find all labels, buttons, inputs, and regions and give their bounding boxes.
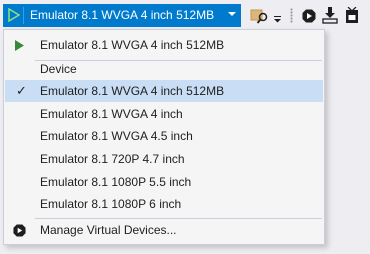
device-item-wvga-4-512mb[interactable]: ✓ Emulator 8.1 WVGA 4 inch 512MB xyxy=(5,80,323,102)
device-item-wvga-4-5[interactable]: Emulator 8.1 WVGA 4.5 inch xyxy=(5,125,323,147)
overflow-menu-icon[interactable] xyxy=(273,10,283,24)
toolbar-grip[interactable] xyxy=(290,8,293,23)
device-group-header: Device xyxy=(5,58,323,80)
play-icon xyxy=(8,8,20,22)
device-icon[interactable] xyxy=(343,7,361,24)
device-label: Emulator 8.1 1080P 6 inch xyxy=(40,197,182,211)
record-icon xyxy=(13,224,26,237)
device-item-1080p-6[interactable]: Emulator 8.1 1080P 6 inch xyxy=(5,193,323,215)
device-label: Emulator 8.1 720P 4.7 inch xyxy=(40,152,185,166)
start-debugging-button[interactable]: Emulator 8.1 WVGA 4 inch 512MB xyxy=(3,4,241,27)
device-label: Emulator 8.1 WVGA 4 inch xyxy=(40,107,183,121)
manage-virtual-devices-label: Manage Virtual Devices... xyxy=(40,223,177,237)
device-label: Emulator 8.1 1080P 5.5 inch xyxy=(40,175,192,189)
manage-virtual-devices-item[interactable]: Manage Virtual Devices... xyxy=(5,219,323,241)
record-icon[interactable] xyxy=(302,9,316,23)
device-item-1080p-5-5[interactable]: Emulator 8.1 1080P 5.5 inch xyxy=(5,171,323,193)
run-target-label: Emulator 8.1 WVGA 4 inch 512MB xyxy=(30,8,215,22)
step-icon[interactable] xyxy=(322,7,338,24)
device-item-wvga-4[interactable]: Emulator 8.1 WVGA 4 inch xyxy=(5,103,323,125)
group-header-label: Device xyxy=(40,62,77,76)
find-in-files-icon[interactable] xyxy=(250,7,270,25)
device-item-720p-4-7[interactable]: Emulator 8.1 720P 4.7 inch xyxy=(5,148,323,170)
device-label: Emulator 8.1 WVGA 4 inch 512MB xyxy=(40,84,225,98)
device-label: Emulator 8.1 WVGA 4.5 inch xyxy=(40,129,193,143)
dropdown-chevron-icon[interactable] xyxy=(227,9,237,19)
checkmark-icon: ✓ xyxy=(16,83,27,98)
play-icon xyxy=(15,40,24,51)
recent-device-label: Emulator 8.1 WVGA 4 inch 512MB xyxy=(40,38,225,52)
recent-device-item[interactable]: Emulator 8.1 WVGA 4 inch 512MB xyxy=(5,34,323,56)
toolbar: Emulator 8.1 WVGA 4 inch 512MB xyxy=(0,0,370,32)
device-dropdown-menu: Emulator 8.1 WVGA 4 inch 512MB Device ✓ … xyxy=(3,29,325,245)
button-separator xyxy=(23,7,24,24)
